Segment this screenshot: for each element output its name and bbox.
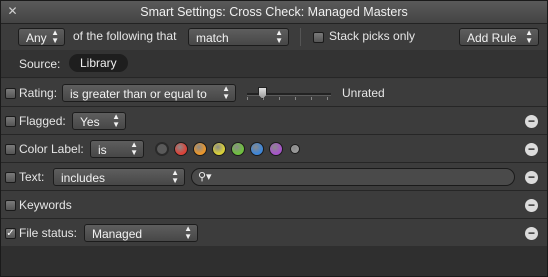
popup-arrows-icon: ▲ ▼ xyxy=(525,28,533,45)
color-swatch[interactable] xyxy=(290,144,300,154)
match-toolbar: Any ▲ ▼ of the following that match ▲ ▼ St… xyxy=(1,24,547,51)
add-rule-button[interactable]: Add Rule ▲ ▼ xyxy=(459,28,539,46)
rule-row-rating: Rating: is greater than or equal to ▲ ▼ U… xyxy=(1,79,547,107)
popup-arrows-icon: ▲ ▼ xyxy=(222,84,230,101)
popup-arrows-icon: ▲ ▼ xyxy=(51,28,59,45)
slider-tick xyxy=(247,97,248,100)
slider-tick xyxy=(279,97,280,100)
slider-tick xyxy=(327,97,328,100)
file-status-value: Managed xyxy=(92,227,143,241)
file-status-label: File status: xyxy=(19,226,78,240)
title-bar: ✕ Smart Settings: Cross Check: Managed M… xyxy=(1,1,547,24)
color-swatch[interactable] xyxy=(155,142,169,156)
color-swatch[interactable] xyxy=(174,142,188,156)
rating-label: Rating: xyxy=(19,86,58,100)
rule-row-flagged: Flagged: Yes ▲ ▼ − xyxy=(1,107,547,135)
flagged-value-popup[interactable]: Yes ▲ ▼ xyxy=(72,112,126,130)
match-mode-value: match xyxy=(196,31,229,45)
remove-rule-button[interactable]: − xyxy=(525,143,538,156)
popup-arrows-icon: ▲ ▼ xyxy=(275,28,283,45)
text-checkbox[interactable] xyxy=(5,172,16,183)
toolbar-divider xyxy=(300,28,301,46)
rule-row-keywords: Keywords − xyxy=(1,191,547,219)
source-label: Source: xyxy=(19,57,61,71)
popup-arrows-icon: ▲ ▼ xyxy=(184,224,192,241)
text-operator-value: includes xyxy=(61,171,106,185)
source-row: Source: Library xyxy=(1,50,547,78)
slider-tick xyxy=(311,97,312,100)
color-label-operator-popup[interactable]: is ▲ ▼ xyxy=(90,140,144,158)
rule-row-color-label: Color Label: is ▲ ▼ − xyxy=(1,135,547,163)
remove-rule-button[interactable]: − xyxy=(525,171,538,184)
rule-row-file-status: ✓ File status: Managed ▲ ▼ − xyxy=(1,219,547,247)
color-swatch[interactable] xyxy=(193,142,207,156)
slider-tick xyxy=(295,97,296,100)
source-library-pill[interactable]: Library xyxy=(69,54,128,72)
remove-rule-button[interactable]: − xyxy=(525,115,538,128)
color-swatch[interactable] xyxy=(269,142,283,156)
match-quantifier-popup[interactable]: Any ▲ ▼ xyxy=(18,28,65,46)
close-icon[interactable]: ✕ xyxy=(6,5,19,18)
color-label-checkbox[interactable] xyxy=(5,144,16,155)
rating-checkbox[interactable] xyxy=(5,88,16,99)
rating-slider-thumb[interactable] xyxy=(258,87,267,99)
match-quantifier-value: Any xyxy=(26,31,47,45)
keywords-label: Keywords xyxy=(19,198,72,212)
rule-row-text: Text: includes ▲ ▼ ⚲▾ − xyxy=(1,163,547,191)
text-label: Text: xyxy=(19,170,45,184)
rating-value-label: Unrated xyxy=(342,86,385,100)
popup-arrows-icon: ▲ ▼ xyxy=(130,140,138,157)
popup-arrows-icon: ▲ ▼ xyxy=(171,168,179,185)
color-swatch[interactable] xyxy=(250,142,264,156)
popup-arrows-icon: ▲ ▼ xyxy=(112,112,120,129)
stack-picks-checkbox[interactable] xyxy=(313,32,324,43)
window-title: Smart Settings: Cross Check: Managed Mas… xyxy=(140,5,408,19)
text-search-field[interactable]: ⚲▾ xyxy=(191,168,515,186)
rating-operator-value: is greater than or equal to xyxy=(70,87,207,101)
flagged-checkbox[interactable] xyxy=(5,116,16,127)
stack-picks-label: Stack picks only xyxy=(329,29,416,43)
rating-operator-popup[interactable]: is greater than or equal to ▲ ▼ xyxy=(62,84,236,102)
text-operator-popup[interactable]: includes ▲ ▼ xyxy=(53,168,185,186)
file-status-checkbox[interactable]: ✓ xyxy=(5,228,16,239)
empty-rules-area xyxy=(1,246,547,276)
color-swatch[interactable] xyxy=(231,142,245,156)
remove-rule-button[interactable]: − xyxy=(525,199,538,212)
remove-rule-button[interactable]: − xyxy=(525,227,538,240)
search-icon[interactable]: ⚲▾ xyxy=(198,170,212,183)
check-icon: ✓ xyxy=(6,228,15,239)
smart-settings-window: ✕ Smart Settings: Cross Check: Managed M… xyxy=(0,0,548,277)
add-rule-label: Add Rule xyxy=(467,31,517,45)
flagged-label: Flagged: xyxy=(19,114,66,128)
match-mode-popup[interactable]: match ▲ ▼ xyxy=(188,28,289,46)
color-label-label: Color Label: xyxy=(19,142,84,156)
file-status-value-popup[interactable]: Managed ▲ ▼ xyxy=(84,224,198,242)
of-following-label: of the following that xyxy=(73,29,177,43)
keywords-checkbox[interactable] xyxy=(5,200,16,211)
flagged-value: Yes xyxy=(80,115,100,129)
color-swatch[interactable] xyxy=(212,142,226,156)
color-label-operator-value: is xyxy=(98,143,107,157)
